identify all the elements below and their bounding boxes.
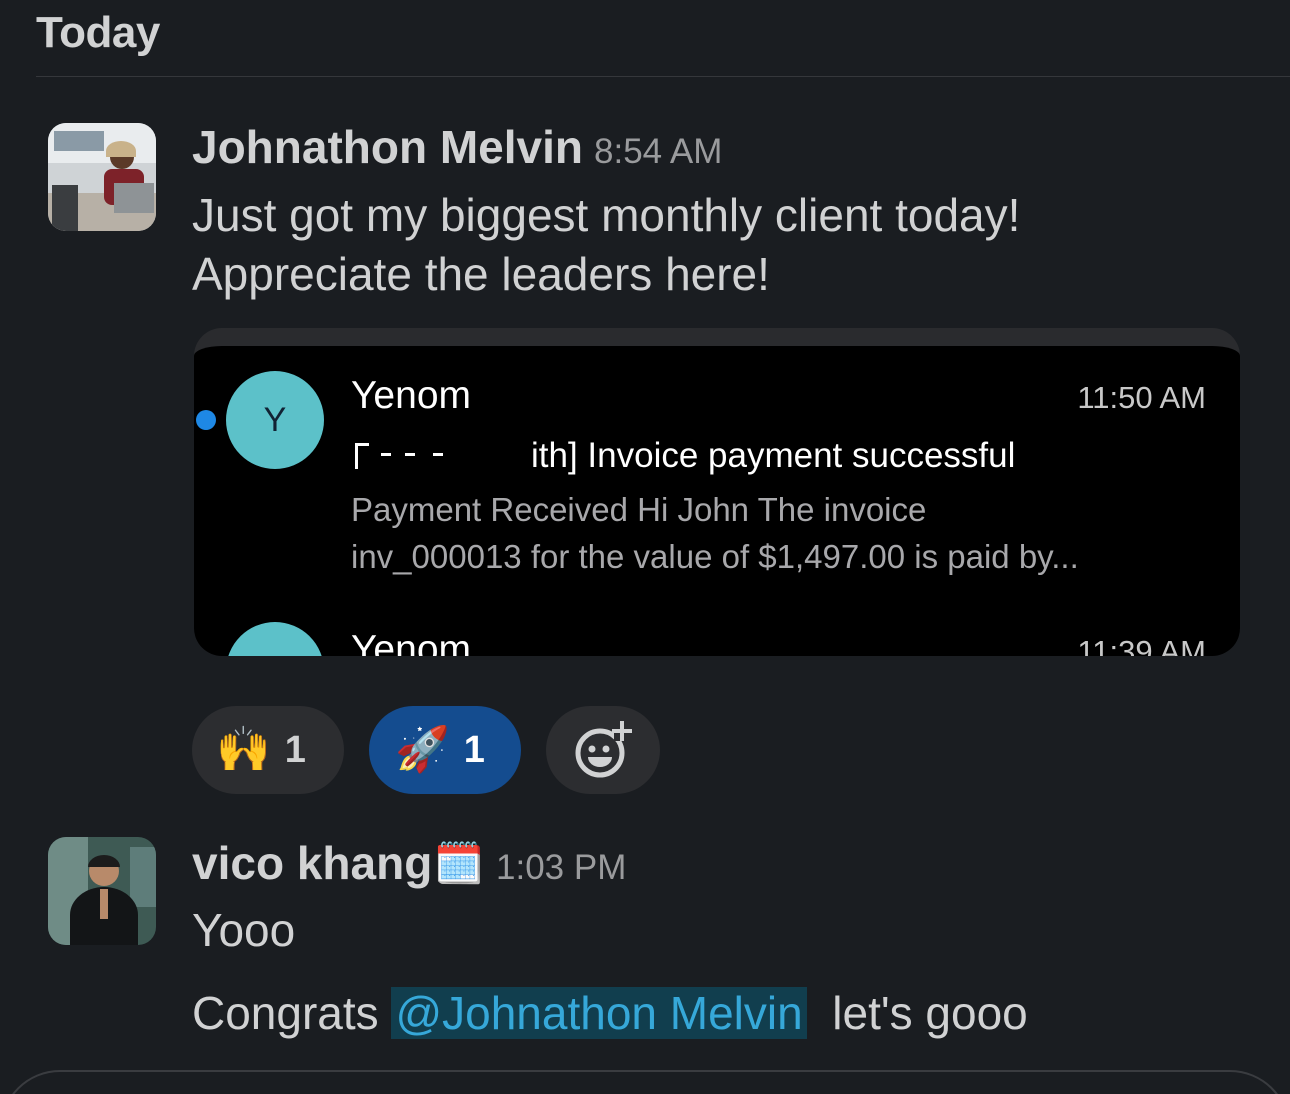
message-text-line-2: Congrats @Johnathon Melvin let's gooo [192,986,1028,1040]
avatar[interactable] [48,123,156,231]
unread-dot-icon [196,410,216,430]
message-timestamp[interactable]: 8:54 AM [594,132,722,172]
add-reaction-button[interactable] [546,706,660,794]
reaction-raised-hands[interactable]: 🙌 1 [192,706,344,794]
email-sender-avatar: Y [226,371,324,469]
message-text-line-1: Yooo [192,904,296,956]
email-sender: Yenom [351,374,471,417]
email-sender: Yenom [351,628,471,656]
avatar[interactable] [48,837,156,945]
redacted-name [351,441,531,471]
email-sender-avatar [226,622,324,656]
raised-hands-icon: 🙌 [216,725,271,774]
image-attachment[interactable]: Y Yenom 11:50 AM ith] Invoice payment su… [194,328,1240,656]
email-time: 11:39 AM [1077,634,1206,656]
message-text-line-2: Appreciate the leaders here! [192,248,770,300]
message-composer-edge[interactable] [0,1070,1290,1094]
email-subject-text: ith] Invoice payment successful [531,436,1016,475]
reaction-rocket[interactable]: 🚀 1 [369,706,521,794]
message-author[interactable]: vico khang [192,836,432,890]
message-text-line-1: Just got my biggest monthly client today… [192,189,1021,241]
message-text: Congrats [192,987,392,1039]
reaction-count: 1 [284,728,306,771]
message-timestamp[interactable]: 1:03 PM [496,848,626,888]
email-time: 11:50 AM [1077,380,1206,415]
day-divider-line [36,76,1290,77]
reaction-count: 1 [463,728,485,771]
email-preview: Payment Received Hi John The invoice inv… [351,491,1079,575]
message-text: let's gooo [832,987,1028,1039]
channel-view: Today Johnathon Melvin 8:54 AM Just got … [0,0,1290,1094]
user-mention[interactable]: @Johnathon Melvin [391,987,807,1039]
add-reaction-icon [575,721,632,778]
email-subject: ith] Invoice payment successful [351,436,1015,476]
message-author[interactable]: Johnathon Melvin [192,120,583,174]
rocket-icon: 🚀 [395,725,450,774]
day-divider-label: Today [36,8,160,57]
calendar-icon: 🗓️ [434,842,484,886]
